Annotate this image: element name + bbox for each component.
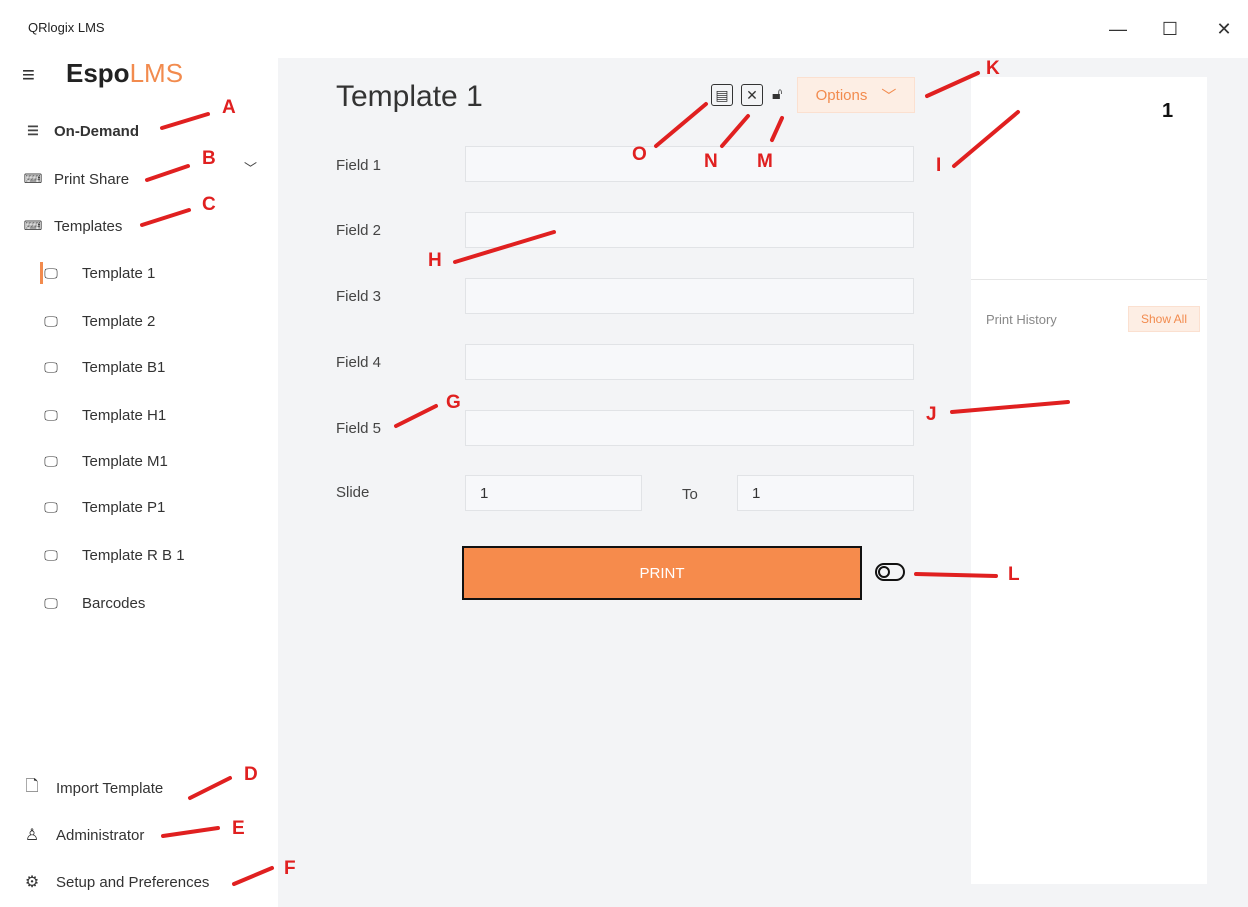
annotation-label: G [446,392,461,413]
annotation-label: E [232,818,245,839]
annotation-label: B [202,148,216,169]
annotation-label: O [632,144,647,165]
annotation-label: C [202,194,216,215]
annotation-label: J [926,404,937,425]
annotation-label: L [1008,564,1020,585]
annotation-label: K [986,58,1000,79]
annotation-lines [140,71,1070,886]
annotation-label: I [936,155,942,176]
annotation-label: A [222,97,236,118]
annotation-label: H [428,250,442,271]
annotation-label: M [757,151,773,172]
annotation-label: F [284,858,296,879]
annotation-label: D [244,764,258,785]
annotation-label: N [704,151,718,172]
